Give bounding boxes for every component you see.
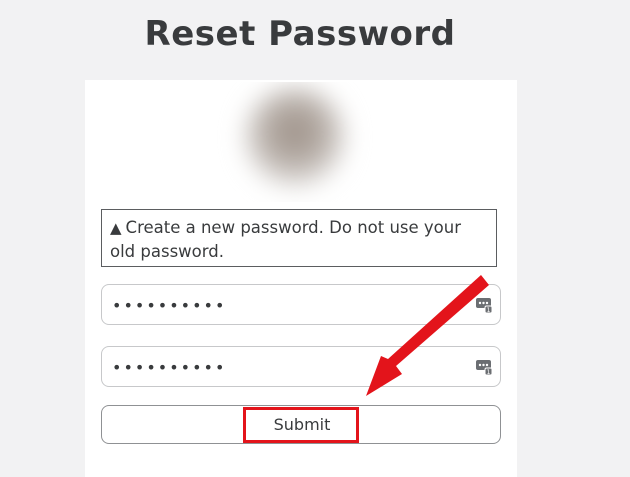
password-manager-icon[interactable]: 1 <box>475 296 493 314</box>
page-title: Reset Password <box>144 14 456 54</box>
confirm-password-field[interactable]: 1 <box>101 346 501 387</box>
new-password-field[interactable]: 1 <box>101 284 501 325</box>
confirm-password-input[interactable] <box>112 355 452 379</box>
svg-text:1: 1 <box>487 369 491 376</box>
reset-password-page: Reset Password ▲ Create a new password. D… <box>0 0 630 477</box>
submit-button[interactable]: Submit <box>101 405 501 444</box>
svg-text:1: 1 <box>487 307 491 314</box>
avatar <box>205 82 395 202</box>
submit-label: Submit <box>273 415 331 434</box>
notice-text: Create a new password. Do not use your o… <box>110 218 462 261</box>
warning-icon: ▲ <box>110 219 122 237</box>
password-notice: ▲ Create a new password. Do not use your … <box>101 209 497 267</box>
new-password-input[interactable] <box>112 293 452 317</box>
blurred-avatar-image <box>245 87 345 187</box>
password-manager-icon[interactable]: 1 <box>475 358 493 376</box>
